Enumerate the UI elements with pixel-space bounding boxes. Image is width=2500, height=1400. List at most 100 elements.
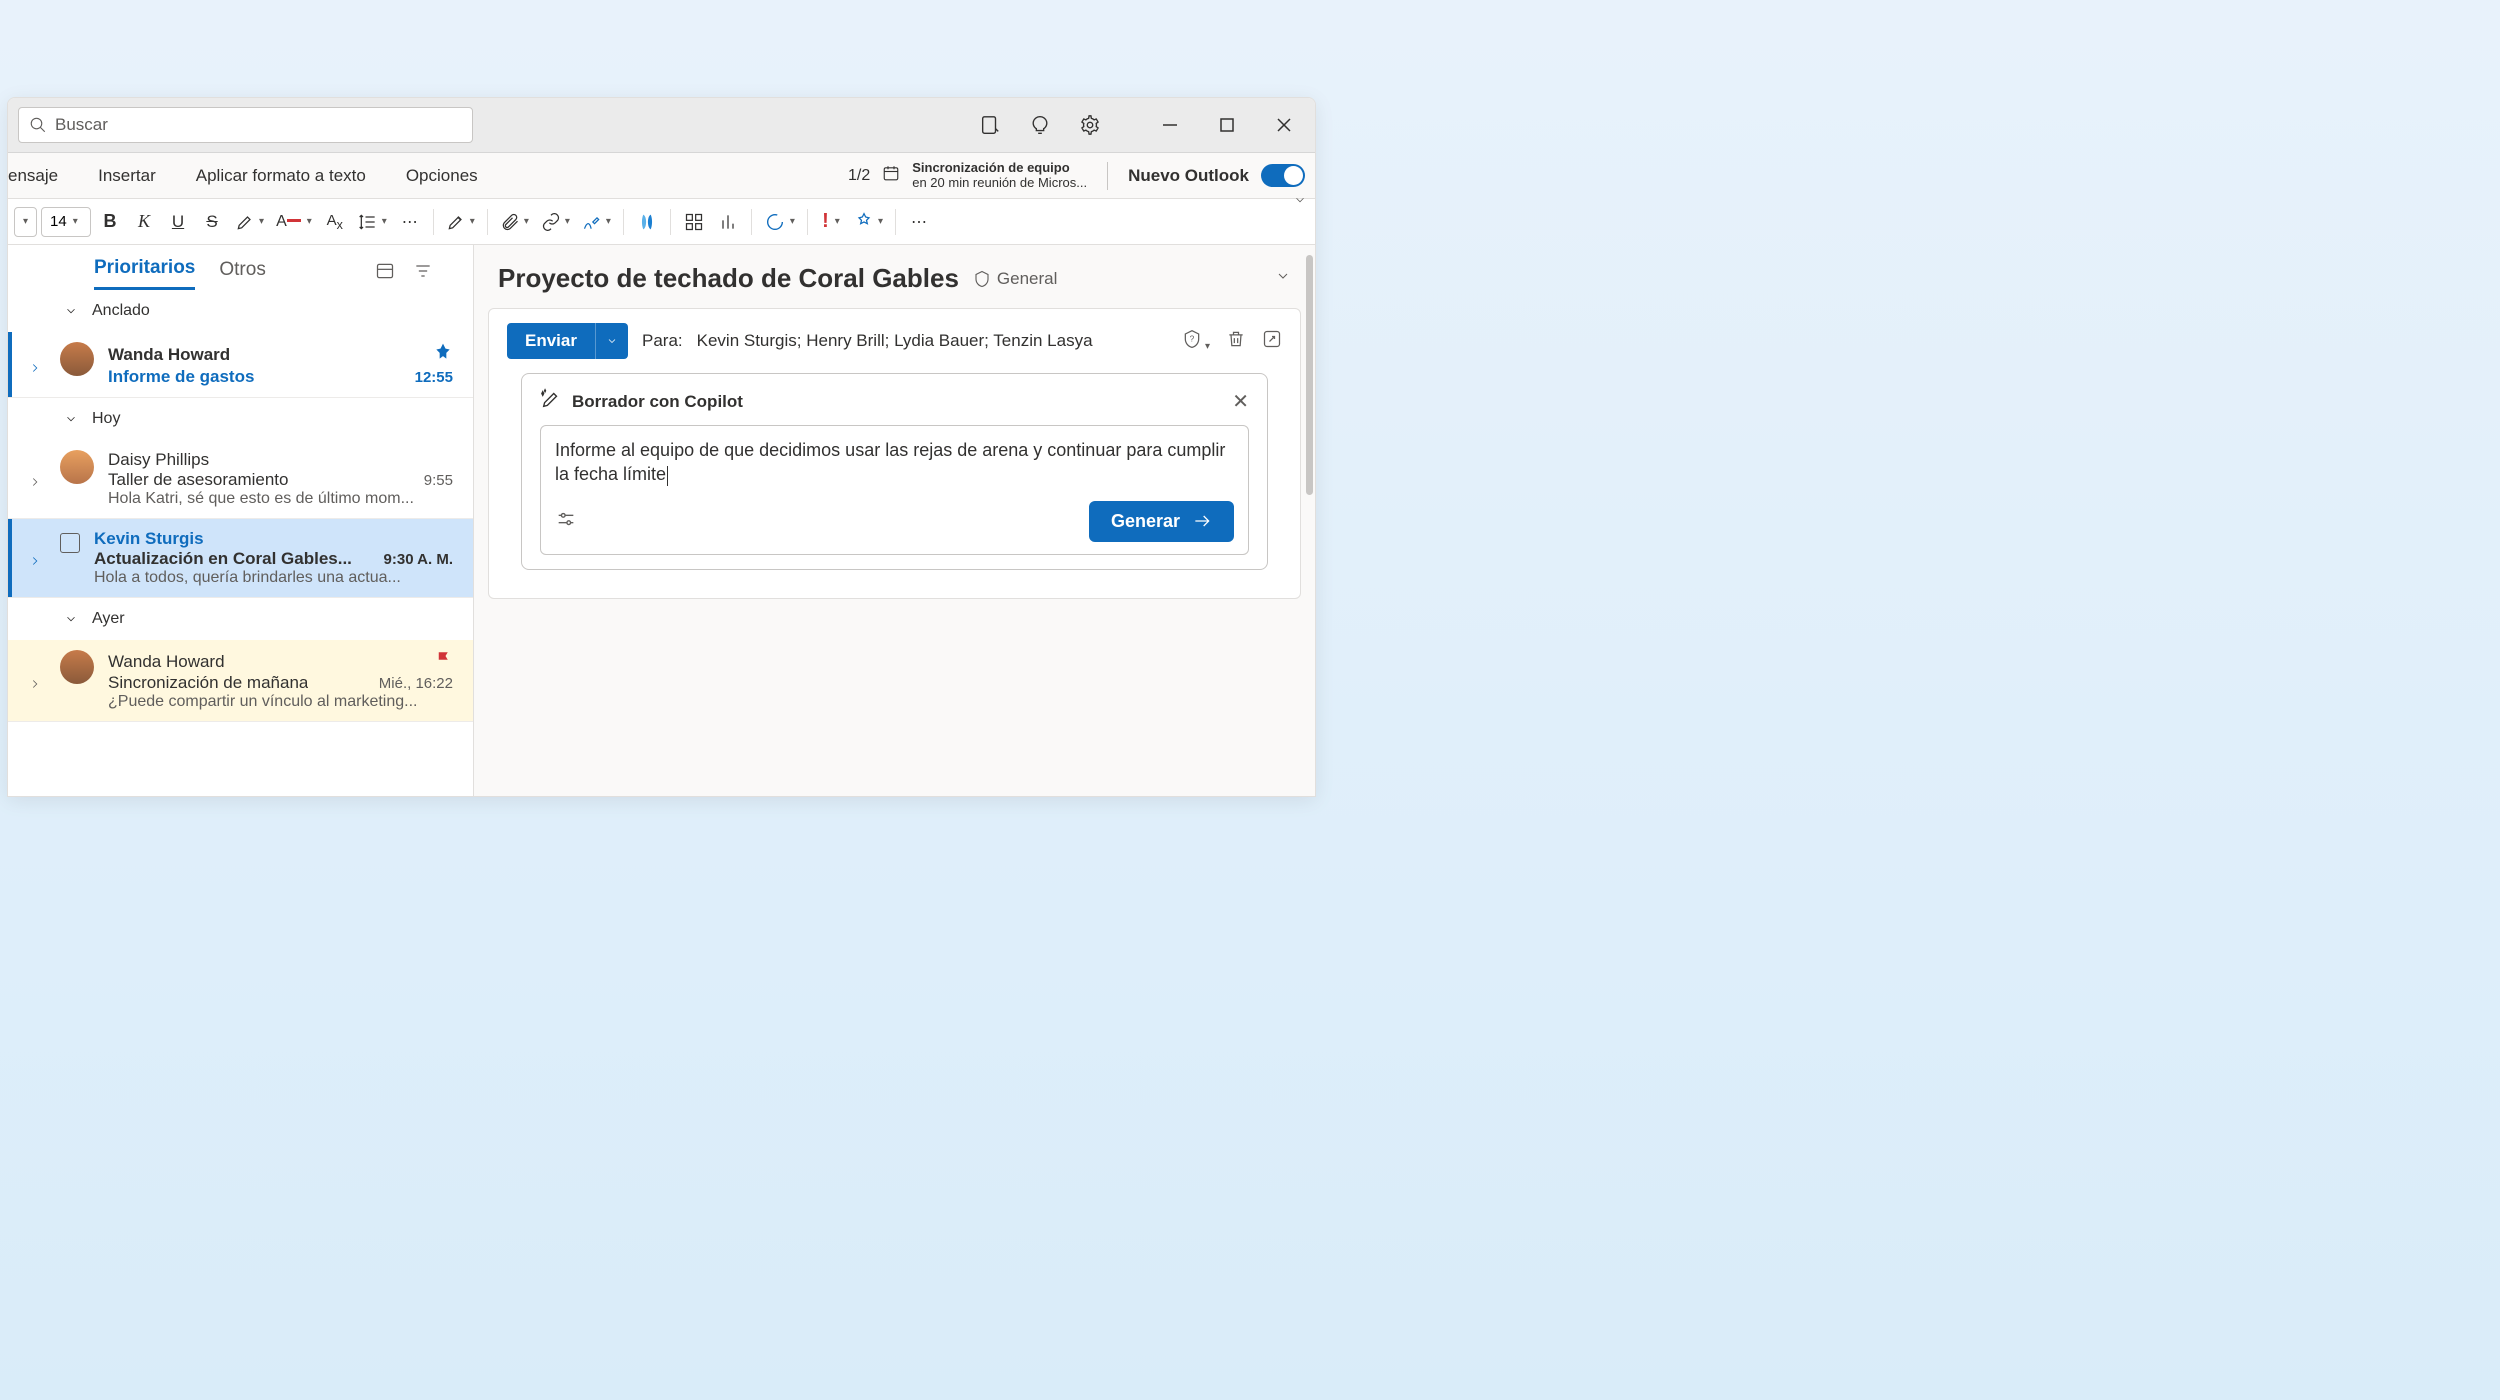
calendar-reminder[interactable]: Sincronización de equipo en 20 min reuni…: [912, 161, 1087, 191]
message-preview: Hola a todos, quería brindarles una actu…: [94, 569, 453, 587]
copilot-prompt-text: Informe al equipo de que decidimos usar …: [555, 440, 1225, 484]
app-window: Buscar ensaje Insertar Aplicar formato a…: [7, 97, 1316, 797]
message-preview: ¿Puede compartir un vínculo al marketing…: [108, 693, 453, 711]
gear-icon[interactable]: [1079, 114, 1101, 136]
sensitivity-label[interactable]: General: [973, 269, 1057, 289]
underline-button[interactable]: U: [163, 206, 193, 238]
titlebar: Buscar: [8, 98, 1315, 153]
message-time: 12:55: [415, 369, 453, 386]
message-subject: Informe de gastos: [108, 367, 254, 387]
group-pinned[interactable]: Anclado: [8, 290, 473, 332]
generate-button[interactable]: Generar: [1089, 501, 1234, 542]
select-checkbox[interactable]: [60, 533, 80, 553]
expand-ribbon-icon[interactable]: [1293, 193, 1307, 251]
copilot-prompt-input[interactable]: Informe al equipo de que decidimos usar …: [540, 425, 1249, 555]
italic-button[interactable]: K: [129, 206, 159, 238]
tab-message[interactable]: ensaje: [8, 153, 78, 198]
font-size-combo[interactable]: 14▾: [41, 207, 91, 237]
message-time: Mié., 16:22: [379, 675, 453, 692]
message-item-selected[interactable]: Kevin Sturgis Actualización en Coral Gab…: [8, 519, 473, 598]
group-today[interactable]: Hoy: [8, 398, 473, 440]
compose-header: Enviar Para: Kevin Sturgis; Henry Brill;…: [488, 308, 1301, 599]
close-copilot-icon[interactable]: ✕: [1232, 389, 1249, 414]
more-format-button[interactable]: ⋯: [395, 206, 425, 238]
adjust-prompt-icon[interactable]: [555, 508, 577, 535]
loop-button[interactable]: ▾: [760, 206, 799, 238]
avatar: [60, 450, 94, 484]
sender-name: Wanda Howard: [108, 652, 225, 672]
notes-icon[interactable]: [979, 114, 1001, 136]
chevron-down-icon: [64, 304, 78, 318]
arrow-right-icon: [1192, 511, 1212, 531]
link-button[interactable]: ▾: [537, 206, 574, 238]
tab-format[interactable]: Aplicar formato a texto: [176, 153, 386, 198]
styles-button[interactable]: ▾: [442, 206, 479, 238]
expand-thread-icon[interactable]: [28, 342, 46, 387]
search-icon: [29, 116, 47, 134]
filter-icon[interactable]: [413, 261, 433, 286]
main-area: Prioritarios Otros Anclado Wanda Howard: [8, 245, 1315, 796]
poll-button[interactable]: [713, 206, 743, 238]
signature-button[interactable]: ▾: [578, 206, 615, 238]
copilot-pen-icon: [540, 388, 562, 415]
minimize-icon[interactable]: [1159, 114, 1181, 136]
more-toolbar-button[interactable]: ⋯: [904, 206, 934, 238]
email-subject: Proyecto de techado de Coral Gables: [498, 263, 959, 294]
list-header: Prioritarios Otros: [8, 245, 473, 290]
reminder-subtitle: en 20 min reunión de Micros...: [912, 176, 1087, 191]
expand-thread-icon[interactable]: [28, 529, 46, 587]
tab-otros[interactable]: Otros: [219, 259, 265, 289]
highlight-button[interactable]: ▾: [231, 206, 268, 238]
format-toolbar: ▾ 14▾ B K U S ▾ A▾ Ax ▾ ⋯ ▾ ▾ ▾ ▾ ▾ !▾ ▾…: [8, 199, 1315, 245]
tab-insert[interactable]: Insertar: [78, 153, 176, 198]
shield-icon: [973, 270, 991, 288]
new-outlook-label: Nuevo Outlook: [1128, 166, 1249, 186]
font-family-combo[interactable]: ▾: [14, 207, 37, 237]
delete-draft-icon[interactable]: [1226, 329, 1246, 354]
message-subject: Taller de asesoramiento: [108, 470, 288, 490]
send-button[interactable]: Enviar: [507, 323, 595, 359]
calendar-icon[interactable]: [882, 164, 900, 187]
send-options-button[interactable]: [595, 323, 628, 359]
to-recipients[interactable]: Kevin Sturgis; Henry Brill; Lydia Bauer;…: [697, 331, 1093, 351]
copilot-title: Borrador con Copilot: [572, 392, 743, 412]
sensitivity-icon[interactable]: ?▾: [1182, 329, 1210, 354]
scrollbar[interactable]: [1306, 255, 1313, 495]
font-color-button[interactable]: A▾: [272, 206, 316, 238]
subject-row: Proyecto de techado de Coral Gables Gene…: [474, 245, 1315, 308]
popout-icon[interactable]: [1262, 329, 1282, 354]
clear-format-button[interactable]: Ax: [320, 206, 350, 238]
flag-icon[interactable]: [435, 650, 453, 673]
maximize-icon[interactable]: [1216, 114, 1238, 136]
svg-text:?: ?: [1190, 333, 1195, 343]
pin-icon[interactable]: [433, 342, 453, 367]
apps-button[interactable]: [679, 206, 709, 238]
expand-thread-icon[interactable]: [28, 650, 46, 711]
message-item[interactable]: Daisy Phillips Taller de asesoramiento 9…: [8, 440, 473, 519]
layout-icon[interactable]: [375, 261, 395, 286]
importance-button[interactable]: !▾: [816, 206, 846, 238]
copilot-draft-card: Borrador con Copilot ✕ Informe al equipo…: [521, 373, 1268, 570]
message-list-pane: Prioritarios Otros Anclado Wanda Howard: [8, 245, 474, 796]
bold-button[interactable]: B: [95, 206, 125, 238]
expand-thread-icon[interactable]: [28, 450, 46, 508]
tab-prioritarios[interactable]: Prioritarios: [94, 257, 195, 290]
reading-pane: Proyecto de techado de Coral Gables Gene…: [474, 245, 1315, 796]
tips-icon[interactable]: [1029, 114, 1051, 136]
search-input[interactable]: Buscar: [18, 107, 473, 143]
titlebar-actions: [979, 114, 1305, 136]
message-item[interactable]: Wanda Howard Sincronización de mañana Mi…: [8, 640, 473, 722]
tab-options[interactable]: Opciones: [386, 153, 498, 198]
line-spacing-button[interactable]: ▾: [354, 206, 391, 238]
copilot-icon[interactable]: [632, 206, 662, 238]
strikethrough-button[interactable]: S: [197, 206, 227, 238]
ribbon-tabs: ensaje Insertar Aplicar formato a texto …: [8, 153, 1315, 199]
sender-name: Daisy Phillips: [108, 450, 209, 470]
tag-button[interactable]: ▾: [850, 206, 887, 238]
message-item[interactable]: Wanda Howard Informe de gastos 12:55: [8, 332, 473, 398]
new-outlook-toggle[interactable]: [1261, 164, 1305, 187]
group-yesterday[interactable]: Ayer: [8, 598, 473, 640]
attachment-button[interactable]: ▾: [496, 206, 533, 238]
close-icon[interactable]: [1273, 114, 1295, 136]
collapse-subject-icon[interactable]: [1275, 268, 1291, 289]
